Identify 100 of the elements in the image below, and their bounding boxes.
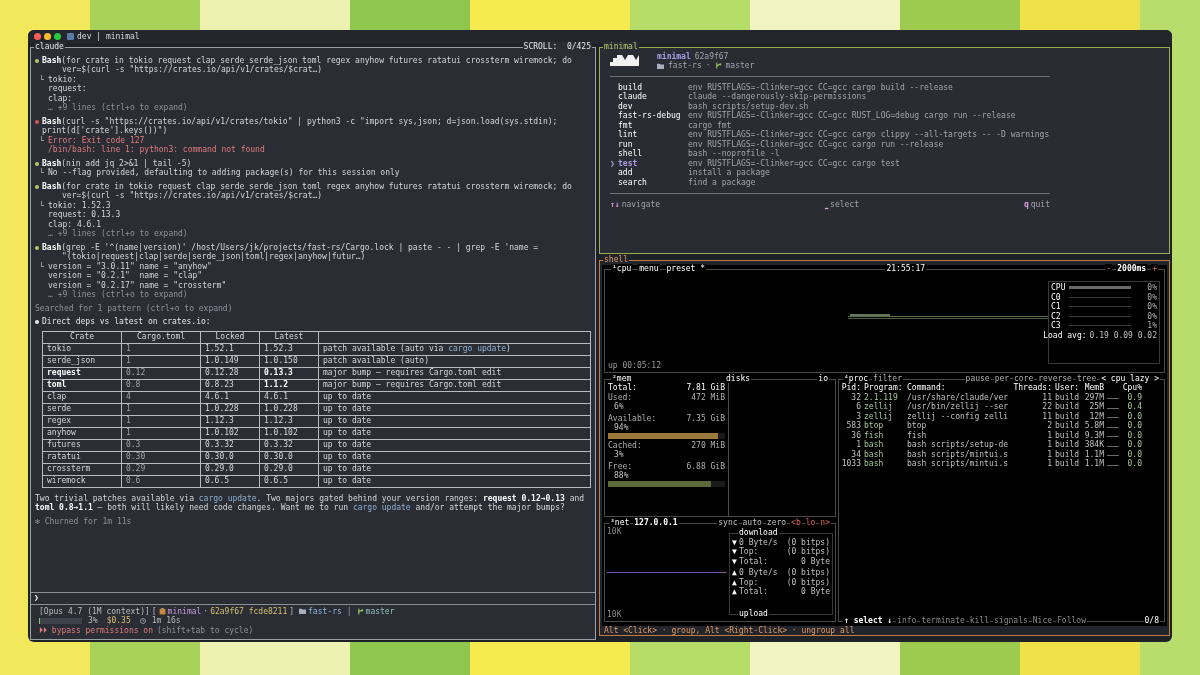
process-count: 0/8 — [1143, 616, 1160, 626]
box-title: ²mem — [611, 373, 725, 383]
app-name: minimal — [657, 51, 691, 61]
core-reading: 0% — [1146, 302, 1157, 312]
arrow-icon: ▲ — [732, 568, 739, 578]
table-cell: 1.1M — [1084, 459, 1104, 469]
mem-value: 270 MiB — [691, 440, 725, 450]
table-cell: 0.6 — [121, 475, 201, 487]
tool-call: Bash(curl -s "https://crates.io/api/v1/crates/tokio" | python3 -c "import sys,json; d=json.load(sys.stdin); print(d['crate'].keys())") — [42, 116, 559, 136]
minimize-button[interactable] — [44, 33, 51, 40]
table-cell: build — [1055, 421, 1081, 431]
table-cell-text: zellij — [864, 402, 894, 412]
table-cell: 0.13.3 — [259, 367, 319, 379]
table-cell: build — [1055, 402, 1081, 412]
table-cell: 4 — [121, 391, 201, 403]
box-tab[interactable]: preset * — [665, 263, 707, 273]
proc-action[interactable]: terminate — [920, 616, 966, 626]
branch-name: master — [365, 606, 395, 616]
increase-button[interactable]: + — [1151, 263, 1158, 273]
arrow-icon: ▼ — [732, 556, 739, 566]
proc-action[interactable]: Nice — [1031, 616, 1054, 626]
tool-call: "(tokio|request|clap|serde|serde_json|toml|regex|anyhow|futur…) — [62, 252, 366, 262]
net-option[interactable]: sync — [717, 517, 739, 527]
mem-label: Used: — [608, 392, 633, 402]
command-name[interactable]: claude — [618, 92, 688, 102]
box-tab[interactable]: menu — [638, 263, 660, 273]
table-cell: 1 — [121, 403, 201, 415]
column-header: User: — [1055, 383, 1081, 393]
proc-action[interactable]: info — [896, 616, 918, 626]
proc-action[interactable]: kill — [968, 616, 991, 626]
branch-name: master — [725, 61, 755, 71]
command-name[interactable]: add — [618, 168, 688, 178]
tool-call: Bash(for crate in tokio request clap serde serde_json toml regex anyhow futures ratatui crossterm wiremock; do — [42, 55, 573, 65]
mode-label: ⏵⏵ bypass permissions on — [39, 625, 153, 635]
table-cell: up to date — [318, 391, 591, 403]
proc-action[interactable]: ↑ select ↓ — [843, 616, 894, 626]
mem-sparkline-drawing — [1107, 455, 1119, 457]
table-cell: 1.1.2 — [259, 379, 319, 391]
mode-hint: (shift+tab to cycle) — [156, 625, 254, 635]
proc-option[interactable]: per-core — [993, 373, 1035, 383]
table-cell-text: zellij — [864, 411, 894, 421]
proc-option[interactable]: tree — [1075, 373, 1098, 383]
command-name[interactable]: fast-rs-debug — [618, 111, 688, 121]
table-cell: build — [1055, 449, 1081, 459]
prompt-input[interactable]: ❯ — [34, 593, 39, 603]
table-cell: up to date — [318, 439, 591, 451]
proc-action[interactable]: Follow — [1056, 616, 1087, 626]
stat-value: 0 Byte — [800, 587, 830, 597]
table-cell: 1.0.102 — [259, 427, 319, 439]
proc-option[interactable]: < cpu lazy > — [1100, 373, 1160, 383]
column-header: Cpu% — [1122, 383, 1142, 393]
proc-option[interactable]: reverse — [1037, 373, 1073, 383]
stat-value: (0 bitps) — [785, 537, 830, 547]
table-cell: 1.12.3 — [200, 415, 260, 427]
column-header: Command: — [907, 383, 947, 393]
net-option[interactable]: zero — [765, 517, 788, 527]
output-line: No --flag provided, defaulting to adding package(s) for this session only — [48, 168, 400, 178]
net-option[interactable]: lo — [804, 517, 817, 527]
table-cell: 1.12.3 — [259, 415, 319, 427]
command-name[interactable]: fmt — [618, 120, 688, 130]
command-name[interactable]: lint — [618, 130, 688, 140]
table-cell: futures — [42, 439, 122, 451]
decrease-button[interactable]: - — [1105, 263, 1113, 273]
net-option[interactable]: auto — [741, 517, 763, 527]
proc-option[interactable]: pause — [964, 373, 991, 383]
maximize-button[interactable] — [54, 33, 61, 40]
box-tab[interactable]: ¹cpu — [611, 263, 633, 273]
table-cell: bash scripts/mintui.s — [907, 459, 1009, 469]
command-name[interactable]: shell — [618, 149, 688, 159]
table-cell-text: 3 — [855, 411, 861, 421]
hint-line: Alt <Click> · group, Alt <Right-Click> · ungroup all — [603, 625, 856, 635]
hint-label: navigate — [621, 200, 661, 210]
command-name[interactable]: test — [618, 158, 688, 168]
table-cell: 4.6.1 — [259, 391, 319, 403]
output-line: … +9 lines (ctrl+o to expand) — [48, 290, 188, 300]
filter-option[interactable]: filter — [872, 373, 903, 383]
arrow-icon: ▼ — [732, 547, 739, 557]
proc-action[interactable]: signals — [993, 616, 1029, 626]
command-name[interactable]: dev — [618, 101, 688, 111]
command-name[interactable]: search — [618, 177, 688, 187]
scroll-indicator: SCROLL: 0/425 — [522, 42, 592, 52]
net-option[interactable]: <b — [790, 517, 802, 527]
output-line: tokio: — [48, 74, 77, 84]
net-option[interactable]: n> — [819, 517, 831, 527]
command-name[interactable]: run — [618, 139, 688, 149]
separator: · — [705, 61, 711, 71]
mem-label: Free: — [608, 461, 633, 471]
close-button[interactable] — [34, 33, 41, 40]
output-line: clap: 4.6.1 — [48, 219, 101, 229]
column-header: Cargo.toml — [121, 331, 201, 343]
table-cell-text: 11 — [1041, 392, 1052, 402]
command-text: bash --noprofile -l — [688, 149, 780, 159]
command-name[interactable]: build — [618, 82, 688, 92]
table-cell-text: 1 — [1046, 459, 1052, 469]
table-cell-text: 1 — [1046, 449, 1052, 459]
stat-label: 0 Byte/s — [739, 537, 778, 547]
clock-icon — [139, 617, 146, 624]
message-text: Direct deps vs latest on crates.io: — [42, 317, 211, 327]
table-cell-text: 1 — [1046, 430, 1052, 440]
pane-title: minimal — [603, 42, 639, 52]
